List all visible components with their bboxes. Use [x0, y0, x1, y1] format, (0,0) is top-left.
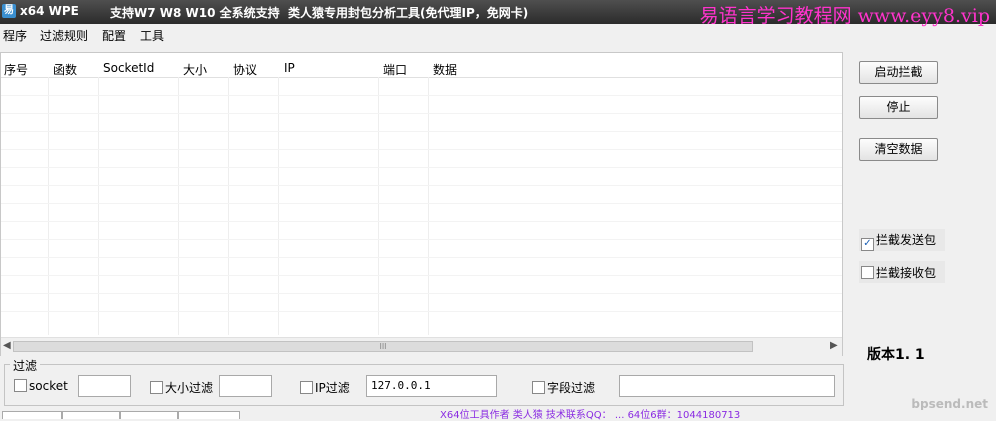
row-divider [1, 293, 842, 294]
size-filter-checkbox[interactable] [150, 381, 163, 394]
ip-filter-checkbox[interactable] [300, 381, 313, 394]
status-bar: X64位工具作者 类人猿 技术联系QQ： ... 64位6群：104418071… [0, 410, 996, 421]
intercept-recv-option[interactable]: 拦截接收包 [859, 261, 945, 283]
status-text: X64位工具作者 类人猿 技术联系QQ： ... 64位6群：104418071… [440, 410, 741, 421]
packet-table[interactable]: 序号 函数 SocketId 大小 协议 IP 端口 数据 ◀ III ▶ [0, 52, 843, 356]
socket-filter-checkbox[interactable] [14, 379, 27, 392]
scroll-left-icon[interactable]: ◀ [3, 340, 11, 351]
row-divider [1, 149, 842, 150]
app-icon: 易 [2, 4, 16, 18]
ip-filter-input[interactable]: 127.0.0.1 [366, 375, 497, 397]
column-divider [98, 77, 99, 335]
table-header: 序号 函数 SocketId 大小 协议 IP 端口 数据 [1, 59, 842, 78]
row-divider [1, 275, 842, 276]
intercept-send-label: 拦截发送包 [876, 233, 937, 247]
field-filter-label: 字段过滤 [547, 381, 596, 395]
column-divider [278, 77, 279, 335]
row-divider [1, 239, 842, 240]
column-divider [178, 77, 179, 335]
col-header-ip[interactable]: IP [284, 61, 295, 75]
row-divider [1, 167, 842, 168]
col-header-index[interactable]: 序号 [4, 61, 28, 78]
scroll-right-icon[interactable]: ▶ [830, 340, 838, 351]
stop-button[interactable]: 停止 [859, 96, 938, 119]
col-header-function[interactable]: 函数 [53, 61, 77, 78]
col-header-protocol[interactable]: 协议 [233, 61, 257, 78]
size-filter-label: 大小过滤 [165, 381, 214, 395]
ip-filter-label: IP过滤 [315, 381, 350, 395]
row-divider [1, 113, 842, 114]
intercept-recv-checkbox[interactable] [861, 266, 874, 279]
socket-filter-option[interactable]: socket [12, 379, 68, 393]
site-watermark: bpsend.net [911, 397, 988, 411]
intercept-send-option[interactable]: ✓ 拦截发送包 [859, 229, 945, 251]
column-divider [48, 77, 49, 335]
title-bar: 易 x64 WPE 支持W7 W8 W10 全系统支持 类人猿专用封包分析工具(… [0, 0, 996, 27]
col-header-data[interactable]: 数据 [433, 61, 457, 78]
intercept-send-checkbox[interactable]: ✓ [861, 238, 874, 251]
row-divider [1, 221, 842, 222]
window-subtitle-desc: 类人猿专用封包分析工具(免代理IP，免网卡) [288, 6, 529, 20]
intercept-recv-label: 拦截接收包 [876, 266, 937, 280]
row-divider [1, 311, 842, 312]
col-header-socketid[interactable]: SocketId [103, 61, 154, 75]
clear-data-button[interactable]: 清空数据 [859, 138, 938, 161]
menu-filter-rules[interactable]: 过滤规则 [40, 27, 88, 44]
start-intercept-button[interactable]: 启动拦截 [859, 61, 938, 84]
column-divider [428, 77, 429, 335]
row-divider [1, 95, 842, 96]
column-divider [228, 77, 229, 335]
size-filter-input[interactable] [219, 375, 272, 397]
menu-bar: 程序 过滤规则 配置 工具 [0, 24, 996, 44]
socket-filter-label: socket [29, 379, 68, 393]
menu-config[interactable]: 配置 [102, 27, 126, 44]
version-label: 版本1. 1 [867, 347, 925, 363]
column-divider [378, 77, 379, 335]
menu-tools[interactable]: 工具 [140, 27, 164, 44]
socket-filter-input[interactable] [78, 375, 131, 397]
window-subtitle-os: 支持W7 W8 W10 全系统支持 [110, 6, 280, 20]
menu-program[interactable]: 程序 [3, 27, 27, 44]
field-filter-checkbox[interactable] [532, 381, 545, 394]
row-divider [1, 203, 842, 204]
row-divider [1, 185, 842, 186]
col-header-size[interactable]: 大小 [183, 61, 207, 78]
ip-filter-option[interactable]: IP过滤 [298, 379, 350, 396]
row-divider [1, 131, 842, 132]
horizontal-scrollbar[interactable]: ◀ III ▶ [1, 337, 842, 356]
size-filter-option[interactable]: 大小过滤 [148, 379, 213, 396]
col-header-port[interactable]: 端口 [383, 61, 407, 78]
window-title: x64 WPE [20, 4, 79, 18]
field-filter-option[interactable]: 字段过滤 [530, 379, 595, 396]
filter-group-title: 过滤 [10, 357, 41, 374]
scrollbar-thumb[interactable]: III [13, 341, 753, 352]
field-filter-input[interactable] [619, 375, 835, 397]
row-divider [1, 257, 842, 258]
